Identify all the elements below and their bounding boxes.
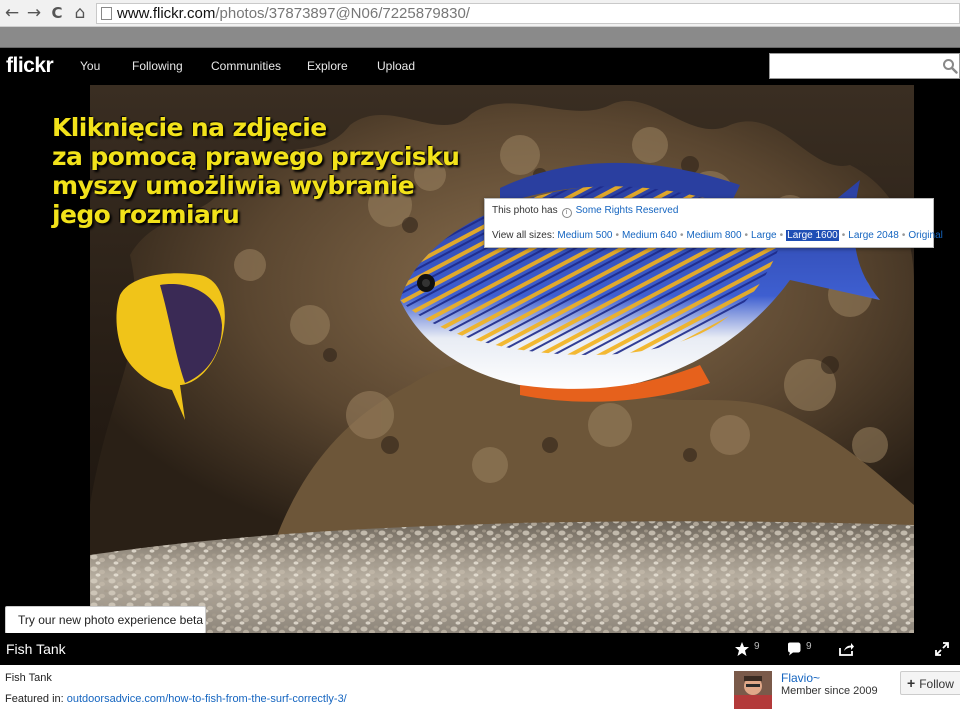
caption-line: myszy umożliwia wybranie (52, 171, 415, 200)
search-icon[interactable] (942, 58, 958, 74)
featured-in: Featured in: outdoorsadvice.com/how-to-f… (5, 693, 347, 705)
nav-following[interactable]: Following (132, 59, 183, 73)
caption-line: Kliknięcie na zdjęcie (52, 113, 327, 142)
page-icon (101, 7, 112, 20)
member-since: Member since 2009 (781, 685, 878, 697)
photo-sizes-popup: This photo has i Some Rights Reserved View… (484, 198, 943, 248)
size-link-large-1600[interactable]: Large 1600 (786, 230, 839, 241)
rights-row: This photo has i Some Rights Reserved (492, 205, 678, 218)
avatar[interactable] (734, 671, 772, 709)
separator-dot: • (779, 230, 784, 241)
favorites-count: 9 (754, 641, 760, 652)
url-domain: www.flickr.com (117, 5, 216, 22)
info-icon: i (561, 208, 572, 218)
caption-line: jego rozmiaru (52, 200, 240, 229)
share-icon[interactable] (838, 641, 855, 657)
separator-dot: • (901, 230, 906, 241)
url-text: www.flickr.com/photos/37873897@N06/72258… (117, 5, 470, 22)
comment-icon[interactable] (786, 641, 802, 657)
plus-icon: + (907, 675, 916, 691)
nav-communities[interactable]: Communities (211, 59, 281, 73)
separator-dot: • (615, 230, 619, 241)
rights-prefix: This photo has (492, 205, 558, 216)
comments-count: 9 (806, 641, 812, 652)
rights-link[interactable]: Some Rights Reserved (576, 205, 679, 216)
back-arrow-icon[interactable]: ← (2, 3, 22, 23)
browser-bookmark-strip (0, 27, 960, 48)
separator-dot: • (679, 230, 684, 241)
sizes-label: View all sizes: (492, 230, 555, 241)
forward-arrow-icon[interactable]: → (24, 3, 44, 23)
caption-line: za pomocą prawego przycisku (52, 142, 460, 171)
size-link-large[interactable]: Large (751, 230, 777, 241)
url-path: /photos/37873897@N06/7225879830/ (215, 5, 470, 22)
overlay-caption: Kliknięcie na zdjęcie za pomocą prawego … (52, 113, 492, 229)
featured-label: Featured in: (5, 693, 64, 705)
follow-button[interactable]: + Follow (900, 671, 960, 695)
fullscreen-icon[interactable] (935, 642, 949, 656)
size-link-medium-800[interactable]: Medium 800 (687, 230, 742, 241)
site-header: flickr You Following Communities Explore… (0, 48, 960, 85)
photo-title-bar: Fish Tank 9 9 (0, 633, 960, 665)
browser-toolbar: ← → C ⌂ www.flickr.com/photos/37873897@N… (0, 0, 960, 27)
nav-you[interactable]: You (80, 59, 100, 73)
photo-info-area: Fish Tank Featured in: outdoorsadvice.co… (0, 665, 960, 720)
reload-icon[interactable]: C (47, 3, 67, 23)
search-input[interactable] (769, 53, 960, 79)
separator-dot: • (744, 230, 749, 241)
size-link-original[interactable]: Original (908, 230, 942, 241)
photo-description-title: Fish Tank (5, 672, 52, 684)
flickr-logo[interactable]: flickr (6, 54, 54, 78)
separator-dot: • (841, 230, 846, 241)
featured-link[interactable]: outdoorsadvice.com/how-to-fish-from-the-… (67, 693, 347, 705)
home-icon[interactable]: ⌂ (70, 3, 90, 23)
owner-avatar-image (734, 671, 772, 709)
size-link-medium-640[interactable]: Medium 640 (622, 230, 677, 241)
owner-name[interactable]: Flavio~ (781, 671, 820, 685)
size-link-medium-500[interactable]: Medium 500 (557, 230, 612, 241)
address-bar[interactable]: www.flickr.com/photos/37873897@N06/72258… (96, 3, 960, 24)
size-link-large-2048[interactable]: Large 2048 (848, 230, 899, 241)
photo-title: Fish Tank (6, 641, 66, 657)
sizes-row: View all sizes: Medium 500 • Medium 640 • Me… (492, 230, 943, 241)
nav-explore[interactable]: Explore (307, 59, 348, 73)
follow-label: Follow (919, 677, 954, 691)
try-beta-button[interactable]: Try our new photo experience beta (5, 606, 206, 634)
star-icon[interactable] (734, 641, 750, 657)
nav-upload[interactable]: Upload (377, 59, 415, 73)
